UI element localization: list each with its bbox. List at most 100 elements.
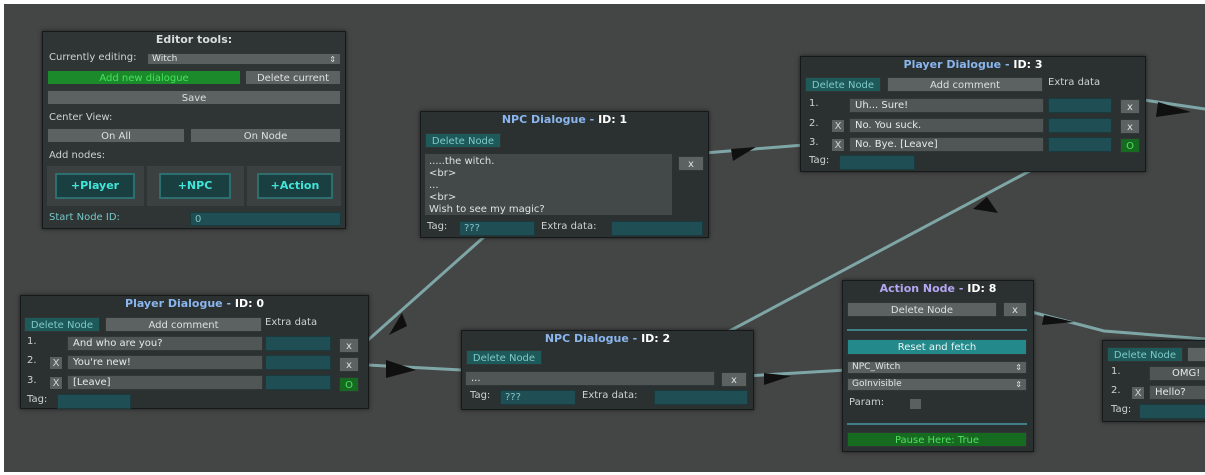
add-comment-button[interactable] <box>1187 347 1205 362</box>
choice-number: 2. <box>27 355 37 366</box>
node-title-type: Player Dialogue <box>125 297 223 310</box>
choice-text-input[interactable]: [Leave] <box>67 375 263 390</box>
target-object-dropdown[interactable]: NPC_Witch ⇕ <box>847 361 1027 374</box>
save-button[interactable]: Save <box>47 90 341 105</box>
tag-input[interactable]: ??? <box>500 390 576 405</box>
tag-label: Tag: <box>427 221 448 232</box>
add-comment-button[interactable]: Add comment <box>887 77 1043 92</box>
add-comment-button[interactable]: Add comment <box>105 317 262 332</box>
node-title: NPC Dialogue - ID: 1 <box>421 112 708 128</box>
param-checkbox[interactable] <box>909 398 922 410</box>
start-node-label: Start Node ID: <box>49 212 120 223</box>
delete-node-button[interactable]: Delete Node <box>425 133 501 148</box>
wire-arrow-icon <box>389 313 407 335</box>
choice-extra-input[interactable] <box>1048 118 1112 133</box>
tag-input[interactable]: ??? <box>459 221 535 236</box>
choice-delete-checkbox[interactable]: X <box>49 376 63 390</box>
extra-data-input[interactable] <box>654 390 748 405</box>
dropdown-arrow-icon: ⇕ <box>1015 363 1022 372</box>
node-title-sep: - <box>955 282 968 295</box>
node-title-sep: - <box>1001 58 1014 71</box>
node-title-id: ID: 0 <box>234 297 264 310</box>
choice-text-input[interactable]: Hello? <box>1149 385 1205 400</box>
choice-extra-input[interactable] <box>265 336 331 351</box>
tag-input[interactable] <box>839 155 915 170</box>
separator <box>847 423 1027 425</box>
add-player-button[interactable]: +Player <box>55 173 135 199</box>
center-on-node-button[interactable]: On Node <box>190 128 341 143</box>
add-action-button[interactable]: +Action <box>257 173 333 199</box>
choice-connect-button[interactable]: O <box>1120 138 1140 153</box>
choice-number: 2. <box>1111 385 1121 396</box>
npc-text-area[interactable]: .....the witch. <br> ... <br> Wish to se… <box>424 153 673 216</box>
npc-remove-button[interactable]: x <box>721 372 747 387</box>
npc-remove-button[interactable]: x <box>678 156 704 171</box>
choice-text-input[interactable]: You're new! <box>67 355 263 370</box>
choice-number: 1. <box>1111 366 1121 377</box>
add-nodes-label: Add nodes: <box>49 150 106 161</box>
wire-arrow-icon <box>1042 315 1074 325</box>
player-dialogue-node-3[interactable]: Player Dialogue - ID: 3 Delete Node Add … <box>800 56 1146 172</box>
tag-input[interactable] <box>1139 404 1205 419</box>
choice-remove-button[interactable]: x <box>1120 99 1140 114</box>
npc-dialogue-node-2[interactable]: NPC Dialogue - ID: 2 Delete Node ... x T… <box>461 330 754 410</box>
tag-input[interactable] <box>57 394 131 409</box>
pause-here-button[interactable]: Pause Here: True <box>847 432 1027 447</box>
currently-editing-dropdown[interactable]: Witch ⇕ <box>147 53 341 65</box>
delete-node-button[interactable]: Delete Node <box>466 350 542 365</box>
node-title-sep: - <box>585 113 599 126</box>
node-title-id: ID: 3 <box>1013 58 1043 71</box>
node-editor-canvas[interactable]: Editor tools: Currently editing: Witch ⇕ … <box>4 4 1205 472</box>
choice-text-input[interactable]: And who are you? <box>67 336 263 351</box>
choice-extra-input[interactable] <box>265 375 331 390</box>
choice-delete-checkbox[interactable]: X <box>1131 386 1145 400</box>
choice-delete-checkbox[interactable]: X <box>831 138 845 152</box>
add-new-dialogue-button[interactable]: Add new dialogue <box>47 70 241 85</box>
node-title-type: Action Node <box>879 282 956 295</box>
choice-text-input[interactable]: OMG! <box>1149 366 1205 381</box>
choice-delete-checkbox[interactable]: X <box>49 356 63 370</box>
center-on-all-button[interactable]: On All <box>47 128 185 143</box>
node-title-id: ID: 2 <box>641 332 671 345</box>
delete-node-button[interactable]: Delete Node <box>847 302 997 317</box>
extra-data-label: Extra data: <box>541 221 597 232</box>
currently-editing-label: Currently editing: <box>49 52 137 63</box>
npc-dialogue-node-1[interactable]: NPC Dialogue - ID: 1 Delete Node .....th… <box>420 111 709 238</box>
choice-delete-checkbox[interactable]: X <box>831 119 845 133</box>
method-dropdown[interactable]: GoInvisible ⇕ <box>847 378 1027 391</box>
choice-extra-input[interactable] <box>1048 98 1112 113</box>
npc-text-input[interactable]: ... <box>465 371 715 386</box>
choice-text-input[interactable]: No. Bye. [Leave] <box>849 137 1044 152</box>
delete-node-button[interactable]: Delete Node <box>24 317 100 332</box>
wire-p0-npc2 <box>366 363 463 372</box>
method-value: GoInvisible <box>852 379 902 389</box>
choice-extra-input[interactable] <box>265 355 331 370</box>
choice-text-input[interactable]: No. You suck. <box>849 118 1044 133</box>
reset-and-fetch-button[interactable]: Reset and fetch <box>847 339 1027 355</box>
target-object-value: NPC_Witch <box>852 362 901 372</box>
delete-node-button[interactable]: Delete Node <box>1107 347 1183 362</box>
param-label: Param: <box>849 397 885 408</box>
choice-connect-button[interactable]: O <box>339 377 359 392</box>
action-node-8[interactable]: Action Node - ID: 8 Delete Node x Reset … <box>842 280 1034 452</box>
delete-node-button[interactable]: Delete Node <box>805 77 881 92</box>
node-title-type: NPC Dialogue <box>501 113 586 126</box>
action-remove-button[interactable]: x <box>1003 302 1027 317</box>
choice-remove-button[interactable]: x <box>339 357 359 372</box>
choice-remove-button[interactable]: x <box>339 338 359 353</box>
player-dialogue-node-partial[interactable]: Delete Node 1. OMG! 2. X Hello? Tag: <box>1102 340 1205 422</box>
add-npc-button[interactable]: +NPC <box>159 173 231 199</box>
node-title-type: NPC Dialogue <box>544 332 629 345</box>
choice-extra-input[interactable] <box>1048 137 1112 152</box>
node-title: Action Node - ID: 8 <box>843 281 1033 297</box>
start-node-input[interactable]: 0 <box>190 212 341 226</box>
choice-remove-button[interactable]: x <box>1120 119 1140 134</box>
delete-current-button[interactable]: Delete current <box>245 70 341 85</box>
wire-action8-out <box>1023 308 1205 341</box>
choice-number: 1. <box>27 336 37 347</box>
extra-data-input[interactable] <box>611 221 703 236</box>
choice-text-input[interactable]: Uh... Sure! <box>849 98 1044 113</box>
node-title-id: ID: 1 <box>598 113 628 126</box>
player-dialogue-node-0[interactable]: Player Dialogue - ID: 0 Delete Node Add … <box>20 295 369 409</box>
wire-p0-npc1 <box>366 226 495 343</box>
